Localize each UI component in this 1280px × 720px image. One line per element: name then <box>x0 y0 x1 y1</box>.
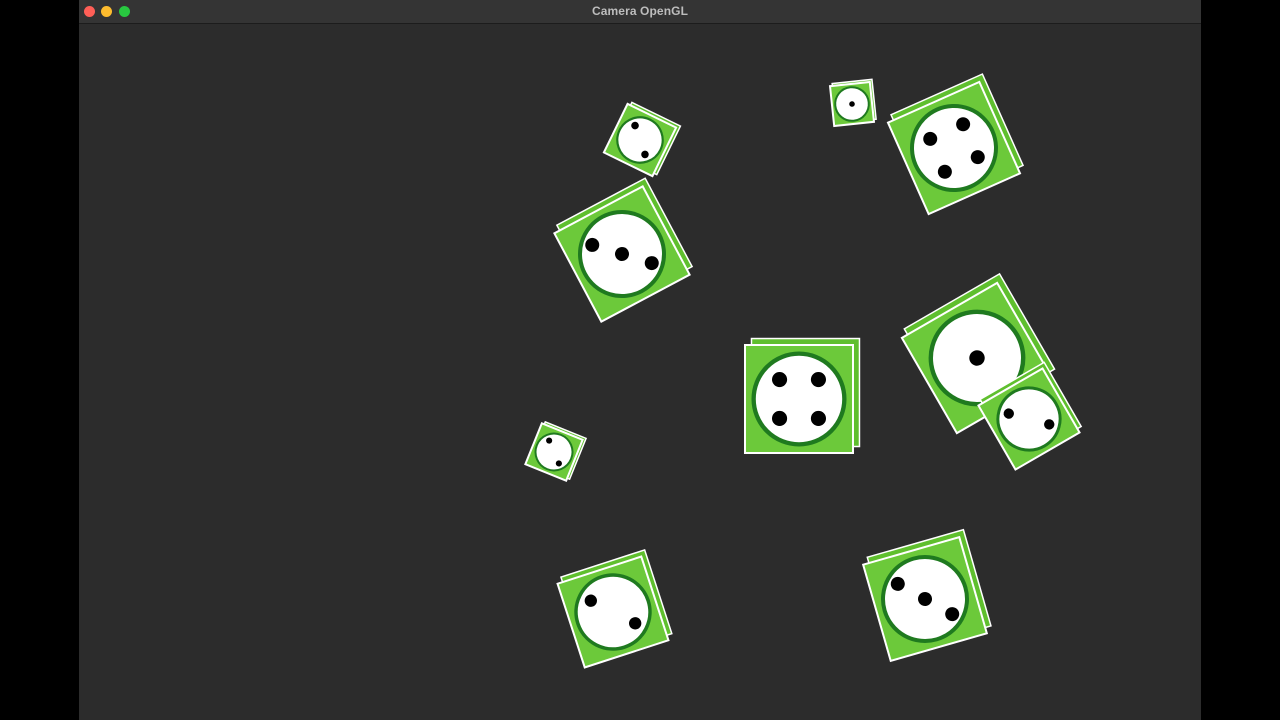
die <box>886 73 1025 216</box>
die <box>524 420 588 482</box>
die <box>744 337 861 454</box>
die <box>861 528 992 663</box>
die <box>553 177 694 323</box>
die-pip <box>810 410 826 426</box>
die-pip <box>772 410 788 426</box>
die <box>602 101 682 178</box>
die-pip <box>810 372 826 388</box>
die-face-circle <box>751 351 847 447</box>
dice-scene[interactable] <box>79 24 1201 720</box>
die <box>556 548 673 669</box>
die-pip <box>772 372 788 388</box>
opengl-viewport[interactable] <box>79 24 1201 720</box>
title-bar[interactable]: Camera OpenGL <box>79 0 1201 24</box>
die <box>828 78 877 128</box>
window-title: Camera OpenGL <box>592 4 688 18</box>
app-window: Camera OpenGL <box>79 0 1201 720</box>
